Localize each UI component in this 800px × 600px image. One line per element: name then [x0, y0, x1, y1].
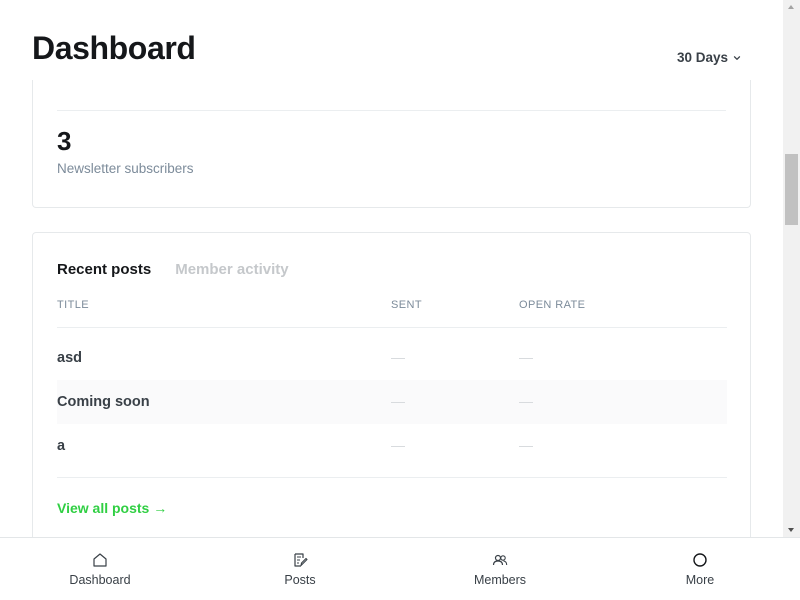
scroll-up-arrow-icon[interactable]: [783, 0, 800, 14]
posts-icon: [294, 553, 308, 567]
divider: [57, 110, 726, 111]
page: Dashboard 30 Days 3 Newsletter subscribe…: [0, 0, 800, 600]
recent-posts-card: Recent posts Member activity TITLE SENT …: [32, 232, 751, 562]
subscriber-label: Newsletter subscribers: [57, 161, 194, 176]
column-header-sent: SENT: [391, 299, 422, 311]
post-title: Coming soon: [57, 394, 150, 410]
date-range-dropdown[interactable]: 30 Days: [677, 50, 741, 65]
tabs: Recent posts Member activity: [57, 261, 289, 278]
chevron-down-icon: [733, 55, 741, 60]
post-open-rate: —: [519, 437, 533, 453]
tab-recent-posts[interactable]: Recent posts: [57, 261, 151, 278]
post-title: asd: [57, 350, 82, 366]
table-row[interactable]: asd — —: [57, 336, 727, 380]
scrollbar[interactable]: [783, 0, 800, 537]
tab-member-activity[interactable]: Member activity: [175, 261, 288, 278]
post-sent: —: [391, 393, 405, 409]
nav-label: Dashboard: [69, 573, 131, 587]
post-sent: —: [391, 349, 405, 365]
bottom-nav: Dashboard Posts Members More: [0, 537, 800, 600]
nav-item-more[interactable]: More: [600, 538, 800, 600]
subscriber-count: 3: [57, 126, 72, 156]
post-sent: —: [391, 437, 405, 453]
scroll-down-arrow-icon[interactable]: [783, 523, 800, 537]
post-open-rate: —: [519, 349, 533, 365]
scrollbar-thumb[interactable]: [785, 154, 798, 225]
column-header-title: TITLE: [57, 299, 89, 311]
nav-label: More: [685, 573, 715, 587]
post-open-rate: —: [519, 393, 533, 409]
divider: [57, 477, 727, 478]
posts-table: TITLE SENT OPEN RATE asd — — Coming soon…: [57, 297, 727, 478]
table-row[interactable]: Coming soon — —: [57, 380, 727, 424]
page-title: Dashboard: [32, 30, 196, 66]
members-icon: [492, 554, 508, 566]
view-all-posts-link[interactable]: View all posts →: [57, 500, 167, 516]
nav-item-dashboard[interactable]: Dashboard: [0, 538, 200, 600]
column-header-open-rate: OPEN RATE: [519, 299, 586, 311]
date-range-label: 30 Days: [676, 50, 728, 65]
nav-item-members[interactable]: Members: [400, 538, 600, 600]
home-icon: [93, 553, 107, 567]
nav-item-posts[interactable]: Posts: [200, 538, 400, 600]
nav-label: Posts: [284, 573, 316, 587]
post-title: a: [57, 438, 66, 454]
nav-label: Members: [473, 573, 527, 587]
circle-icon: [693, 553, 707, 567]
table-row[interactable]: a — —: [57, 424, 727, 468]
subscribers-card: 3 Newsletter subscribers: [32, 80, 751, 208]
table-header: TITLE SENT OPEN RATE: [57, 297, 727, 328]
